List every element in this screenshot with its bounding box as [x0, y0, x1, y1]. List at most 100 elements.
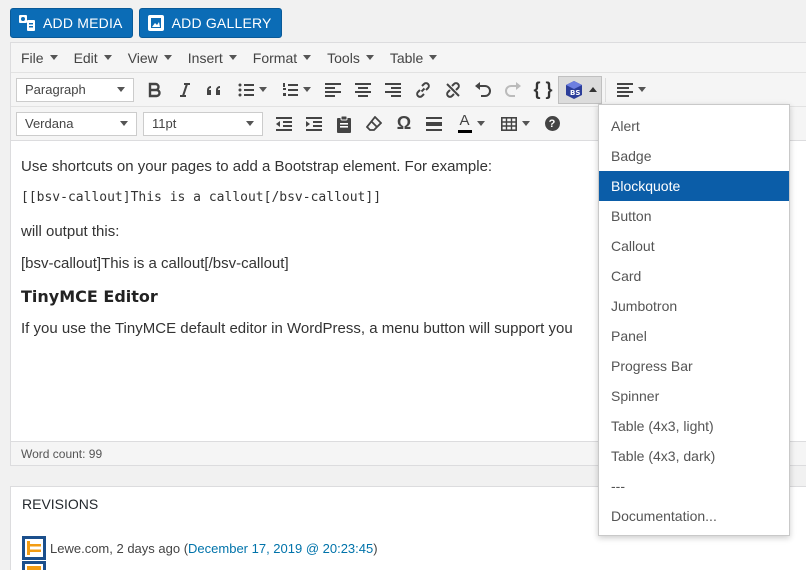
align-center-button[interactable] — [348, 76, 378, 104]
gallery-icon — [147, 14, 165, 32]
table-button[interactable] — [493, 110, 537, 138]
menu-tools[interactable]: Tools — [319, 50, 382, 66]
bootstrap-elements-menu: Alert Badge Blockquote Button Callout Ca… — [598, 104, 790, 536]
bold-button[interactable] — [140, 76, 170, 104]
undo-button[interactable] — [468, 76, 498, 104]
bold-icon — [148, 82, 161, 97]
italic-button[interactable] — [170, 76, 200, 104]
chevron-down-icon — [120, 121, 128, 126]
indent-icon — [306, 116, 322, 131]
redo-icon — [505, 81, 521, 97]
add-gallery-label: ADD GALLERY — [171, 15, 272, 31]
unlink-icon — [446, 81, 460, 98]
chevron-down-icon — [258, 87, 267, 92]
align-left-icon — [325, 82, 341, 97]
outdent-button[interactable] — [269, 110, 299, 138]
bullet-list-icon — [238, 83, 254, 96]
link-icon — [416, 81, 430, 98]
chevron-down-icon — [365, 55, 374, 60]
avatar — [22, 561, 46, 570]
menu-item-table-light[interactable]: Table (4x3, light) — [599, 411, 789, 441]
special-character-button[interactable]: Ω — [389, 110, 419, 138]
chevron-down-icon — [302, 87, 311, 92]
chevron-down-icon — [228, 55, 237, 60]
text-color-icon: A — [457, 113, 472, 133]
avatar — [22, 536, 46, 560]
menu-item-alert[interactable]: Alert — [599, 111, 789, 141]
menu-item-panel[interactable]: Panel — [599, 321, 789, 351]
menu-item-card[interactable]: Card — [599, 261, 789, 291]
menu-view[interactable]: View — [120, 50, 180, 66]
clipboard-icon — [337, 115, 351, 133]
chevron-down-icon — [476, 121, 485, 126]
media-buttons: ADD MEDIA ADD GALLERY — [10, 8, 282, 38]
media-icon — [18, 14, 36, 32]
chevron-up-icon — [588, 87, 597, 92]
add-media-button[interactable]: ADD MEDIA — [10, 8, 133, 38]
align-right-button[interactable] — [378, 76, 408, 104]
undo-icon — [475, 81, 491, 97]
add-gallery-button[interactable]: ADD GALLERY — [138, 8, 282, 38]
menu-separator: --- — [611, 478, 625, 494]
blockquote-button[interactable] — [200, 76, 230, 104]
revision-close: ) — [373, 540, 378, 556]
outdent-icon — [276, 116, 292, 131]
help-button[interactable]: ? — [537, 110, 567, 138]
code-button[interactable]: { } — [528, 76, 558, 104]
menu-item-callout[interactable]: Callout — [599, 231, 789, 261]
chevron-down-icon — [117, 87, 125, 92]
remove-link-button[interactable] — [438, 76, 468, 104]
paste-text-button[interactable] — [329, 110, 359, 138]
font-size-select[interactable]: 11pt — [143, 111, 263, 136]
paragraph-align-button[interactable] — [609, 76, 653, 104]
menu-item-table-dark[interactable]: Table (4x3, dark) — [599, 441, 789, 471]
svg-text:BS: BS — [570, 89, 580, 97]
horizontal-line-button[interactable] — [419, 110, 449, 138]
indent-button[interactable] — [299, 110, 329, 138]
align-left-button[interactable] — [318, 76, 348, 104]
numbered-list-icon — [282, 82, 298, 96]
align-justify-icon — [616, 82, 633, 97]
toolbar-separator — [605, 77, 606, 102]
numbered-list-button[interactable] — [274, 76, 318, 104]
menu-format[interactable]: Format — [245, 50, 319, 66]
bullet-list-button[interactable] — [230, 76, 274, 104]
chevron-down-icon — [429, 55, 438, 60]
menu-item-button[interactable]: Button — [599, 201, 789, 231]
chevron-down-icon — [521, 121, 530, 126]
menu-item-progress-bar[interactable]: Progress Bar — [599, 351, 789, 381]
editor-menubar: File Edit View Insert Format Tools Table — [11, 43, 806, 73]
align-center-icon — [355, 82, 371, 97]
insert-link-button[interactable] — [408, 76, 438, 104]
menu-item-spinner[interactable]: Spinner — [599, 381, 789, 411]
chevron-down-icon — [637, 87, 646, 92]
chevron-down-icon — [103, 55, 112, 60]
toolbar-row-1: Paragraph { } BS — [11, 73, 806, 107]
quote-icon — [207, 85, 220, 95]
menu-table[interactable]: Table — [382, 50, 445, 66]
font-family-select[interactable]: Verdana — [16, 111, 137, 136]
table-icon — [500, 116, 517, 131]
menu-item-jumbotron[interactable]: Jumbotron — [599, 291, 789, 321]
menu-item-badge[interactable]: Badge — [599, 141, 789, 171]
menu-item-documentation[interactable]: Documentation... — [599, 501, 789, 531]
chevron-down-icon — [163, 55, 172, 60]
clear-formatting-button[interactable] — [359, 110, 389, 138]
format-select[interactable]: Paragraph — [16, 77, 134, 102]
text-color-button[interactable]: A — [449, 110, 493, 138]
redo-button[interactable] — [498, 76, 528, 104]
menu-insert[interactable]: Insert — [180, 50, 245, 66]
chevron-down-icon — [246, 121, 254, 126]
eraser-icon — [366, 115, 382, 131]
menu-file[interactable]: File — [13, 50, 66, 66]
align-right-icon — [385, 82, 401, 97]
bootstrap-icon: BS — [565, 80, 582, 99]
menu-edit[interactable]: Edit — [66, 50, 120, 66]
chevron-down-icon — [303, 55, 312, 60]
bootstrap-shortcodes-button[interactable]: BS — [558, 75, 602, 104]
chevron-down-icon — [49, 55, 58, 60]
add-media-label: ADD MEDIA — [43, 15, 123, 31]
help-icon: ? — [544, 116, 560, 131]
revision-link[interactable]: December 17, 2019 @ 20:23:45 — [188, 541, 373, 556]
menu-item-blockquote[interactable]: Blockquote — [599, 171, 789, 201]
